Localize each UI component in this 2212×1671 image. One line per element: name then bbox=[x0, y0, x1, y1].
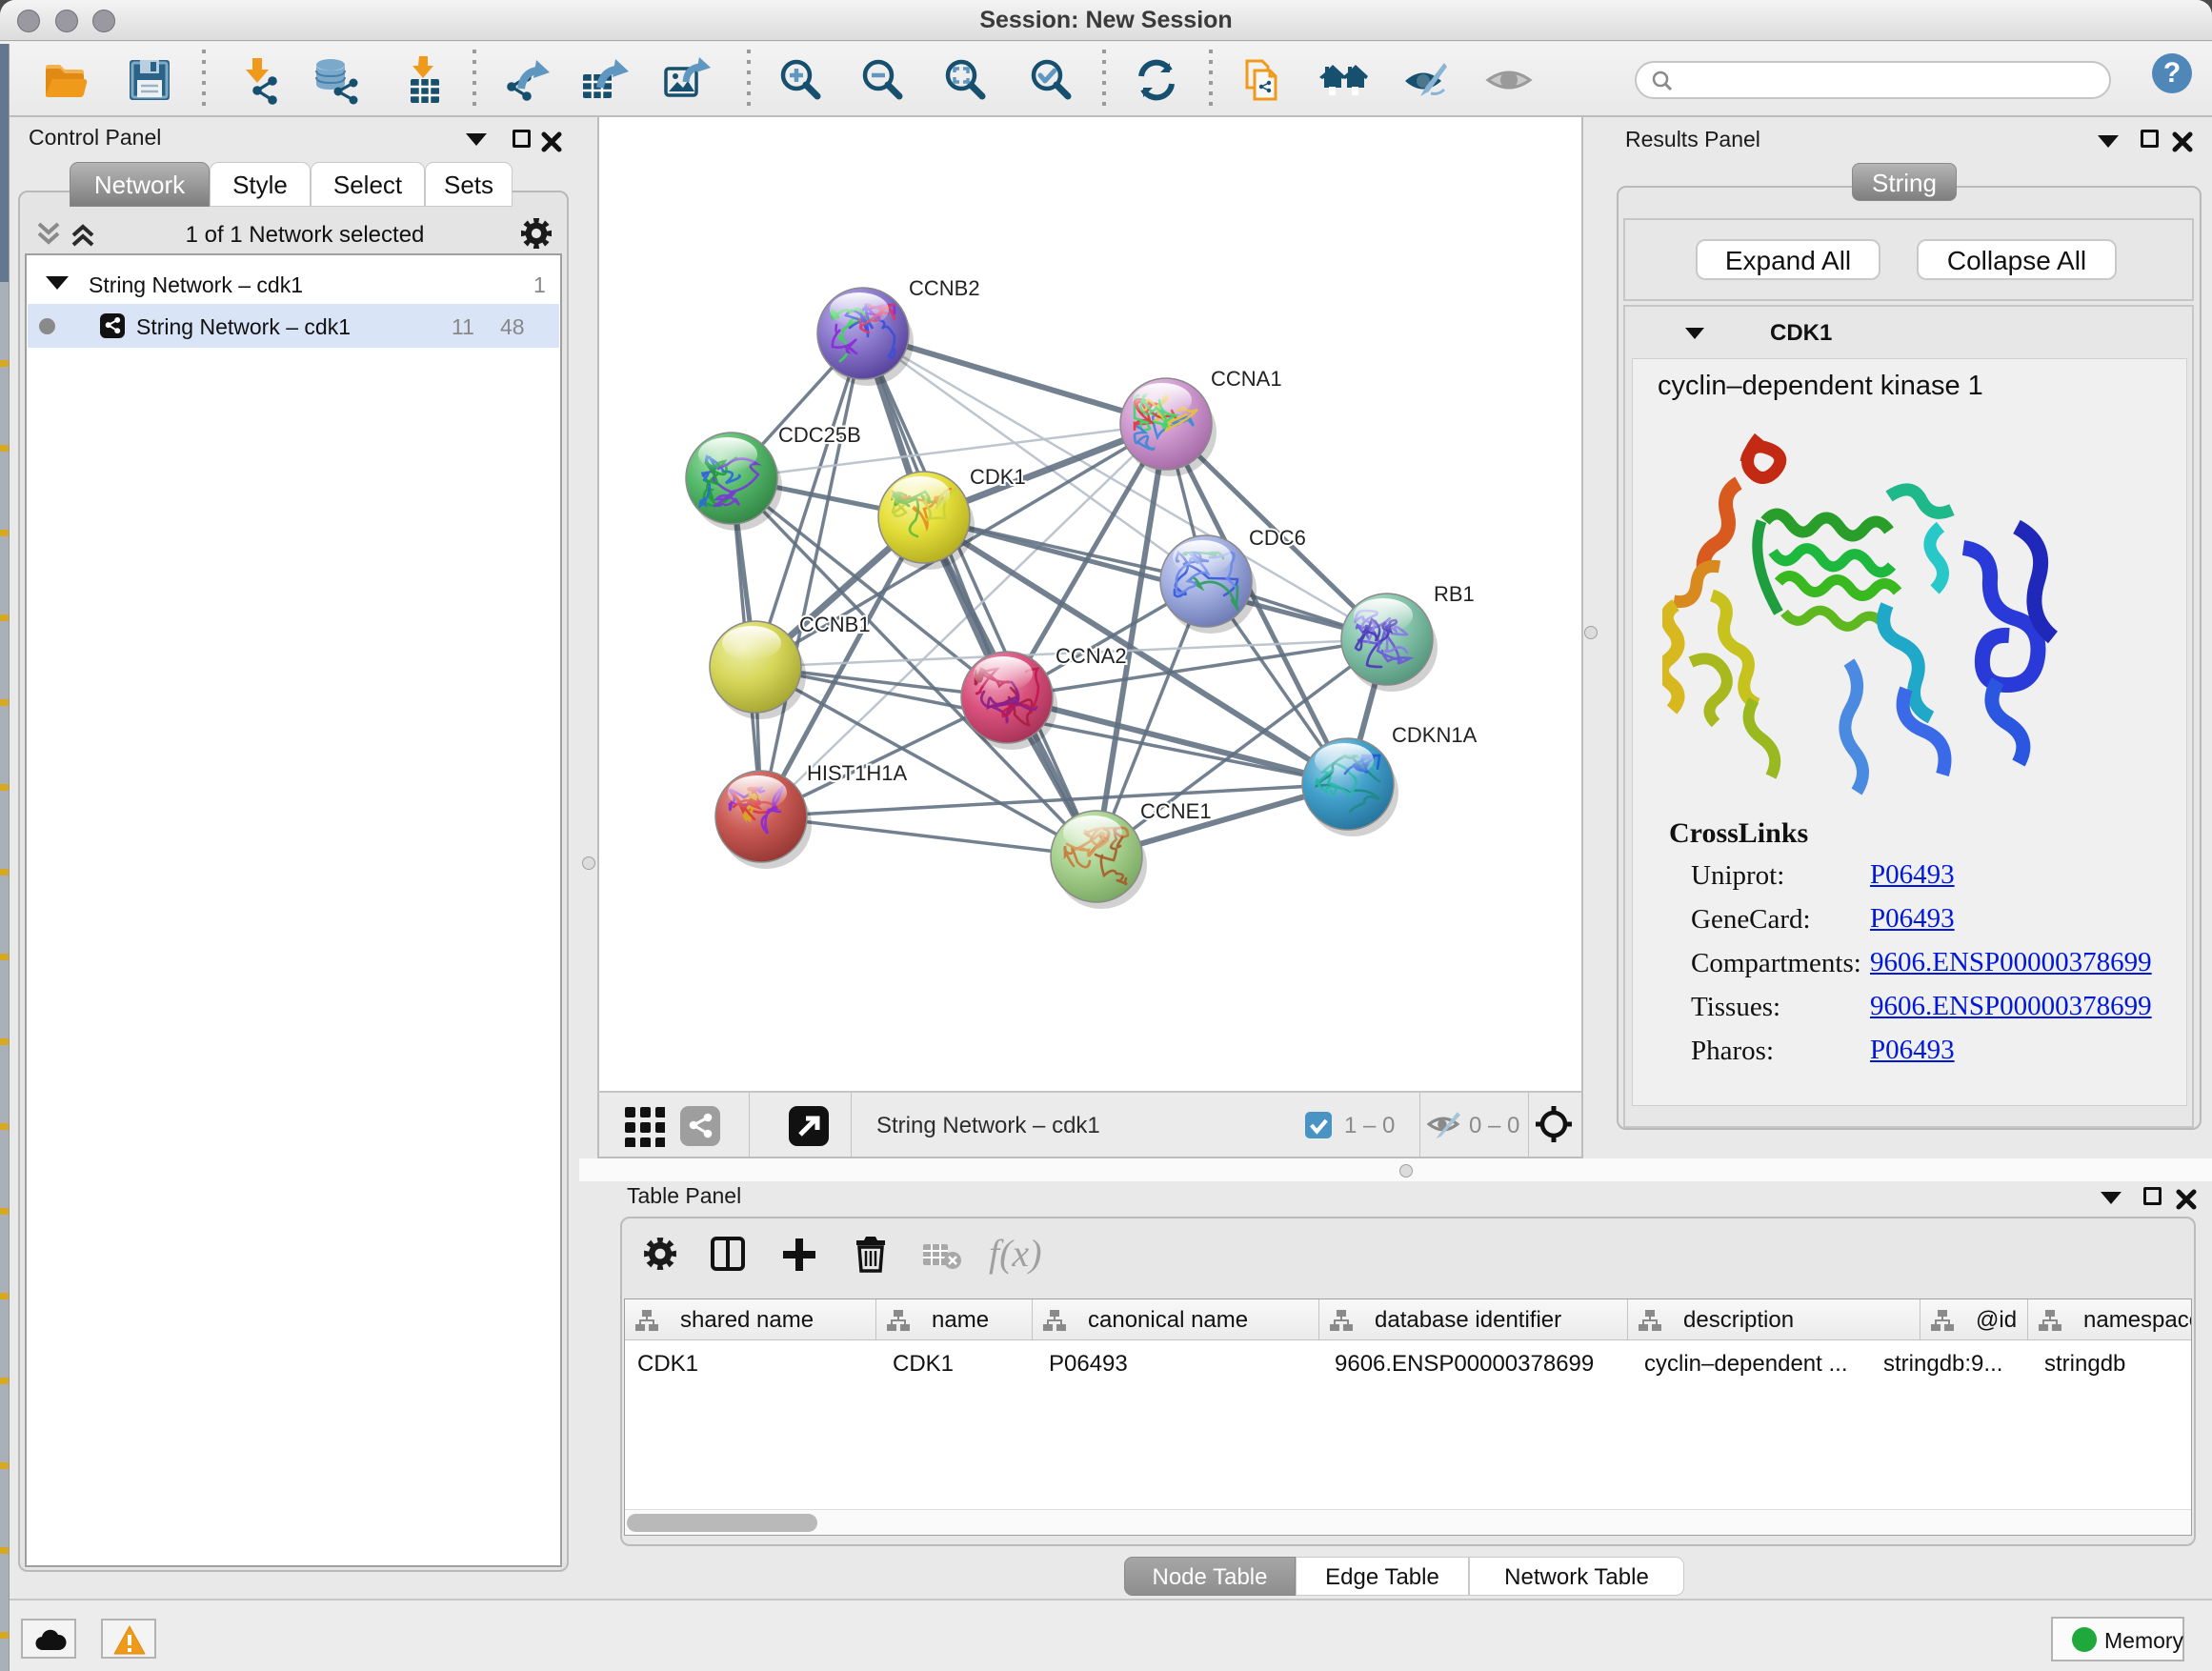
svg-text:CCNB1: CCNB1 bbox=[799, 613, 871, 636]
svg-text:CDKN1A: CDKN1A bbox=[1392, 723, 1478, 747]
svg-text:CCNE1: CCNE1 bbox=[1140, 799, 1212, 823]
svg-text:CDC25B: CDC25B bbox=[778, 423, 861, 447]
svg-text:CCNB2: CCNB2 bbox=[909, 276, 980, 300]
svg-text:CDK1: CDK1 bbox=[970, 465, 1026, 489]
svg-text:CCNA1: CCNA1 bbox=[1211, 367, 1282, 391]
svg-text:RB1: RB1 bbox=[1434, 582, 1475, 606]
svg-text:CDC6: CDC6 bbox=[1249, 526, 1306, 550]
svg-text:CCNA2: CCNA2 bbox=[1056, 644, 1127, 668]
svg-text:HIST1H1A: HIST1H1A bbox=[807, 761, 907, 785]
